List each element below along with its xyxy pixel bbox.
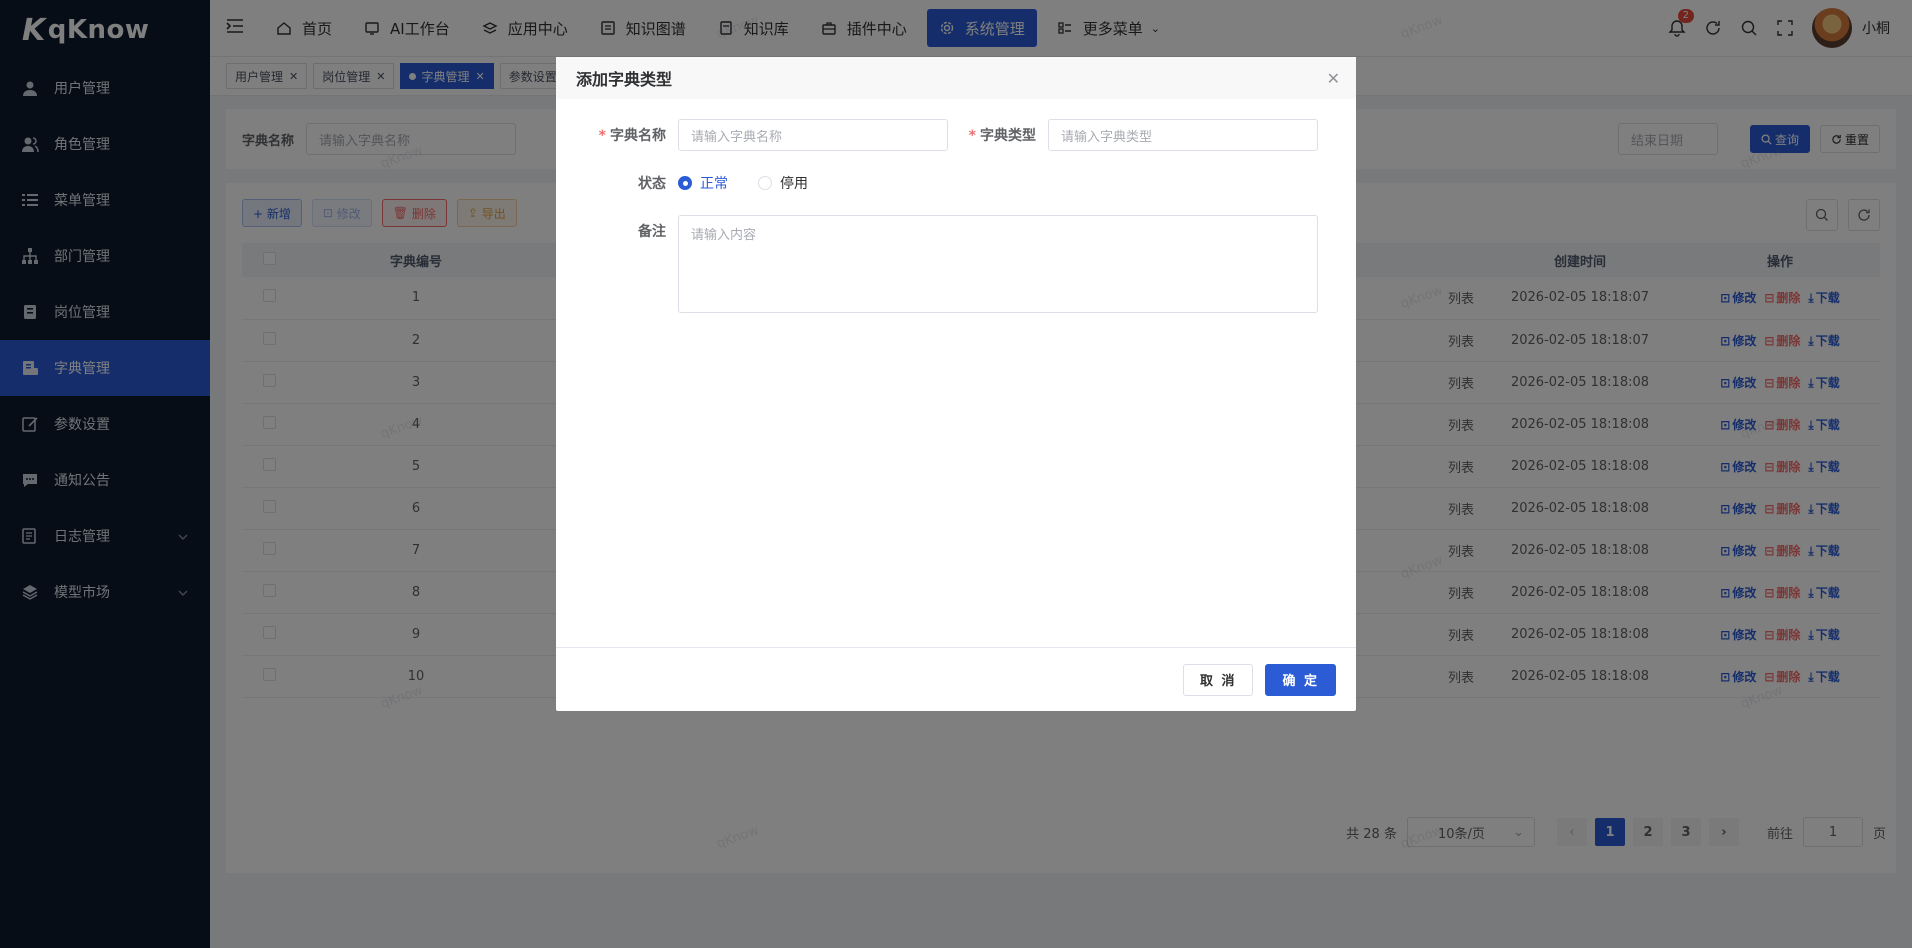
add-dict-type-dialog: 添加字典类型 ✕ * 字典名称 请输入字典名称 * 字典类型 请输入字典类型 状态 … [556, 57, 1356, 711]
radio-checked-icon [678, 176, 692, 190]
remark-textarea[interactable]: 请输入内容 [678, 215, 1318, 313]
dialog-footer: 取 消 确 定 [556, 647, 1356, 711]
dict-type-label: * 字典类型 [956, 125, 1036, 145]
required-mark: * [598, 128, 606, 144]
dict-name-input[interactable]: 请输入字典名称 [678, 119, 948, 151]
status-disabled-radio[interactable]: 停用 [758, 173, 808, 193]
dict-type-row: * 字典类型 请输入字典类型 [956, 119, 1318, 151]
dict-name-label-text: 字典名称 [610, 128, 666, 144]
dict-type-input[interactable]: 请输入字典类型 [1048, 119, 1318, 151]
status-label: 状态 [638, 176, 666, 192]
dict-name-label: * 字典名称 [586, 125, 666, 145]
dict-name-row: * 字典名称 请输入字典名称 [586, 119, 948, 151]
remark-row: 备注 请输入内容 [586, 215, 1318, 313]
close-icon[interactable]: ✕ [1327, 69, 1340, 88]
remark-label: 备注 [638, 224, 666, 240]
required-mark: * [968, 128, 976, 144]
dialog-title: 添加字典类型 [576, 70, 673, 89]
radio-unchecked-icon [758, 176, 772, 190]
status-radio-group: 正常 停用 [678, 173, 838, 193]
cancel-button[interactable]: 取 消 [1182, 663, 1254, 696]
status-row: 状态 正常 停用 [586, 173, 838, 193]
dict-type-label-text: 字典类型 [980, 128, 1036, 144]
status-normal-radio[interactable]: 正常 [678, 173, 728, 193]
confirm-button[interactable]: 确 定 [1265, 663, 1336, 696]
status-disabled-label: 停用 [780, 176, 808, 192]
status-normal-label: 正常 [700, 176, 728, 192]
dialog-header: 添加字典类型 ✕ [556, 57, 1356, 99]
